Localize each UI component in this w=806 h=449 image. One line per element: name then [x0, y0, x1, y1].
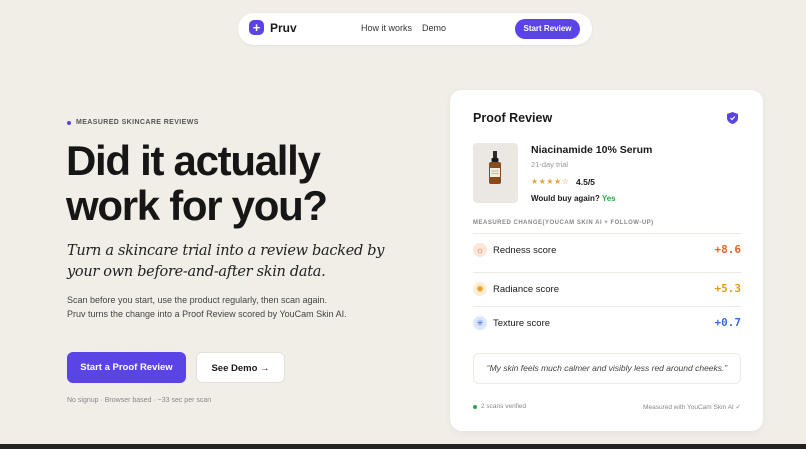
- hero-subhead: Turn a skincare trial into a review back…: [67, 243, 385, 280]
- nav-link-how-it-works[interactable]: How it works: [361, 23, 412, 33]
- hero-headline: Did it actually work for you?: [66, 137, 328, 229]
- start-review-button[interactable]: Start Review: [515, 19, 580, 39]
- buy-again-value: Yes: [601, 194, 616, 203]
- start-proof-review-button[interactable]: Start a Proof Review: [67, 352, 186, 383]
- rating-value: 4.5/5: [576, 177, 595, 187]
- metric-label: Redness score: [493, 245, 557, 256]
- brand-name: Pruv: [270, 20, 297, 35]
- see-demo-button[interactable]: See Demo →: [196, 352, 285, 383]
- snowflake-icon: ✳: [473, 316, 487, 330]
- eyebrow: MEASURED SKINCARE REVIEWS: [67, 119, 199, 126]
- star-rating-icon: ★★★★☆: [531, 177, 570, 186]
- hero-note: No signup · Browser based · ~33 sec per …: [67, 397, 212, 404]
- metric-label: Texture score: [493, 318, 551, 329]
- section-label: MEASURED CHANGE(YOUCAM SKIN AI + FOLLOW-…: [473, 220, 654, 226]
- metric-value: +0.7: [714, 316, 742, 329]
- eyebrow-text: MEASURED SKINCARE REVIEWS: [76, 119, 199, 126]
- logo-mark-icon: +: [249, 20, 264, 35]
- metric-label: Radiance score: [493, 284, 560, 295]
- measured-with-text: Measured with YouCam Skin AI ✓: [643, 404, 741, 411]
- arrow-right-icon: →: [260, 363, 270, 374]
- buy-again-label: Would buy again?: [531, 194, 600, 203]
- sparkle-icon: ✺: [473, 282, 487, 296]
- top-nav: + Pruv How it works Demo Start Review: [238, 13, 592, 45]
- metric-row-texture: ✳ Texture score +0.7: [473, 306, 741, 340]
- product-name: Niacinamide 10% Serum: [531, 144, 653, 156]
- serum-bottle-icon: [489, 151, 501, 184]
- eyebrow-dot-icon: [67, 120, 71, 125]
- product-image: [473, 143, 518, 203]
- buy-again: Would buy again? Yes: [531, 194, 616, 203]
- shield-icon: [727, 112, 738, 124]
- verified-text: 2 scans verified: [481, 403, 527, 410]
- nav-link-demo[interactable]: Demo: [422, 23, 446, 33]
- card-title: Proof Review: [473, 111, 553, 125]
- verified-badge: 2 scans verified: [473, 403, 526, 410]
- bottom-bar: [0, 444, 806, 449]
- verified-dot-icon: [473, 404, 477, 409]
- metric-row-radiance: ✺ Radiance score +5.3: [473, 272, 741, 306]
- see-demo-label: See Demo: [211, 363, 258, 374]
- logo[interactable]: + Pruv: [249, 20, 297, 35]
- hero-body: Scan before you start, use the product r…: [67, 295, 347, 319]
- metric-value: +5.3: [714, 282, 742, 295]
- sun-icon: ☼: [473, 243, 487, 257]
- metric-value: +8.6: [714, 243, 742, 256]
- review-quote: “My skin feels much calmer and visibly l…: [473, 353, 741, 384]
- product-trial: 21-day trial: [531, 160, 569, 169]
- metric-row-redness: ☼ Redness score +8.6: [473, 233, 741, 267]
- proof-review-card: Proof Review Niacinamide 10% Serum 21-da…: [450, 90, 763, 431]
